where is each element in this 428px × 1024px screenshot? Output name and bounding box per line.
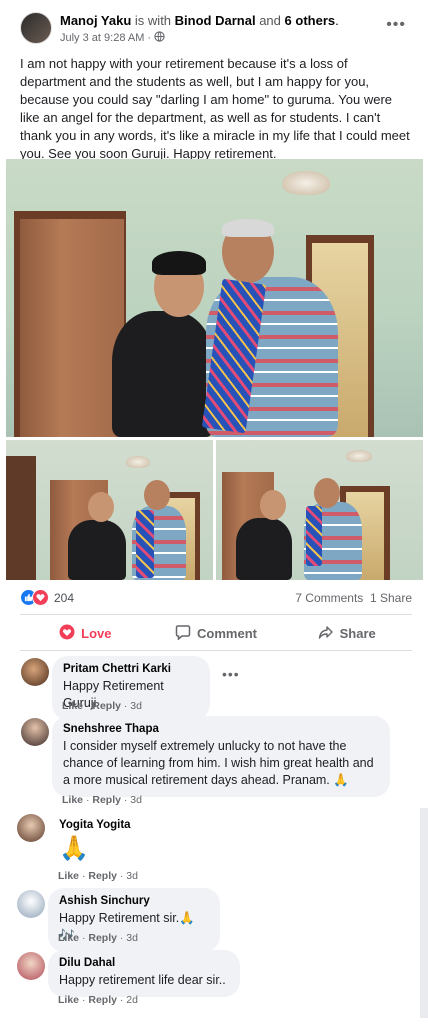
door-image	[20, 219, 124, 437]
tagged-person[interactable]: Binod Darnal	[175, 13, 256, 28]
comment-text: Happy retirement life dear sir..	[59, 973, 226, 987]
date-separator: ·	[147, 32, 152, 44]
commenter-name[interactable]: Ashish Sinchury	[59, 895, 209, 907]
comment-text: I consider myself extremely unlucky to n…	[63, 739, 374, 787]
meta-sep: ·	[123, 794, 128, 806]
comment-reply-link[interactable]: Reply	[92, 700, 121, 712]
author-line: Manoj Yaku is with Binod Darnal and 6 ot…	[60, 13, 339, 28]
reaction-count: 204	[54, 590, 75, 605]
comment-like-link[interactable]: Like	[58, 994, 79, 1006]
comment-time[interactable]: 3d	[126, 870, 138, 882]
love-button[interactable]: Love	[20, 617, 151, 649]
meta-sep: ·	[119, 994, 124, 1006]
divider-bottom	[20, 650, 412, 651]
share-button[interactable]: Share	[281, 617, 412, 649]
comment-meta: Like · Reply · 3d	[62, 700, 142, 712]
globe-icon	[154, 31, 165, 45]
meta-sep: ·	[119, 932, 124, 944]
commenter-avatar[interactable]	[17, 814, 45, 842]
commenter-avatar[interactable]	[21, 718, 49, 746]
comment-time[interactable]: 3d	[126, 932, 138, 944]
comment-more-icon[interactable]: •••	[222, 666, 240, 682]
commenter-avatar[interactable]	[21, 658, 49, 686]
divider-top	[20, 614, 412, 615]
meta-sep: ·	[123, 700, 128, 712]
post-date[interactable]: July 3 at 9:28 AM	[60, 32, 144, 44]
comment-like-link[interactable]: Like	[58, 932, 79, 944]
comment-reply-link[interactable]: Reply	[92, 794, 121, 806]
meta-sep: ·	[81, 932, 86, 944]
author-line-period: .	[335, 13, 339, 28]
heart-icon	[59, 624, 75, 643]
comment-meta: Like · Reply · 2d	[58, 994, 138, 1006]
commenter-avatar[interactable]	[17, 890, 45, 918]
comment-reply-link[interactable]: Reply	[88, 870, 117, 882]
comment-meta: Like · Reply · 3d	[58, 932, 138, 944]
meta-sep: ·	[119, 870, 124, 882]
commenter-name[interactable]: Dilu Dahal	[59, 957, 229, 969]
comments-count[interactable]: 7 Comments	[295, 591, 363, 605]
meta-sep: ·	[85, 700, 90, 712]
post-photo-main[interactable]	[6, 159, 423, 437]
comment-item: Pritam Chettri Karki Happy Retirement Gu…	[0, 656, 428, 720]
tagged-others[interactable]: 6 others	[285, 13, 336, 28]
comment-like-link[interactable]: Like	[58, 870, 79, 882]
comment-item: Yogita Yogita 🙏 Like · Reply · 3d	[0, 812, 428, 884]
scroll-edge	[420, 808, 428, 1018]
comment-meta: Like · Reply · 3d	[58, 870, 138, 882]
meta-sep: ·	[85, 794, 90, 806]
author-name[interactable]: Manoj Yaku	[60, 13, 131, 28]
post-header: Manoj Yaku is with Binod Darnal and 6 ot…	[0, 0, 428, 50]
post-actions: Love Comment Share	[20, 617, 412, 649]
commenter-name[interactable]: Yogita Yogita	[59, 819, 137, 831]
comment-bubble: Yogita Yogita 🙏	[48, 812, 148, 871]
more-dots-icon[interactable]: •••	[386, 16, 406, 34]
comment-reply-link[interactable]: Reply	[88, 932, 117, 944]
comment-time[interactable]: 3d	[130, 794, 142, 806]
comment-like-link[interactable]: Like	[62, 794, 83, 806]
commenter-name[interactable]: Pritam Chettri Karki	[63, 663, 199, 675]
love-reaction-icon	[32, 589, 49, 606]
meta-sep: ·	[81, 870, 86, 882]
comment-like-link[interactable]: Like	[62, 700, 83, 712]
comment-item: Dilu Dahal Happy retirement life dear si…	[0, 950, 428, 1010]
love-label: Love	[81, 625, 112, 641]
comment-button[interactable]: Comment	[151, 617, 282, 649]
comment-text: 🙏	[59, 835, 89, 862]
post-stats: 204 7 Comments 1 Share	[20, 588, 412, 608]
comment-bubble: Snehshree Thapa I consider myself extrem…	[52, 716, 390, 797]
post-photo-right[interactable]	[216, 440, 423, 580]
with-text: is with	[134, 13, 172, 28]
share-label: Share	[339, 625, 376, 641]
comment-time[interactable]: 2d	[126, 994, 138, 1006]
engagement-counts: 7 Comments 1 Share	[295, 591, 412, 605]
comment-bubble-icon	[175, 624, 191, 643]
post-body: I am not happy with your retirement beca…	[20, 56, 410, 161]
shares-count[interactable]: 1 Share	[370, 591, 412, 605]
reactions-summary[interactable]: 204	[20, 589, 74, 606]
comment-label: Comment	[197, 625, 257, 641]
comment-meta: Like · Reply · 3d	[62, 794, 142, 806]
post-meta: July 3 at 9:28 AM ·	[60, 31, 165, 45]
comment-item: Ashish Sinchury Happy Retirement sir.🙏🎶 …	[0, 888, 428, 952]
comment-item: Snehshree Thapa I consider myself extrem…	[0, 716, 428, 808]
author-avatar[interactable]	[20, 12, 52, 44]
commenter-avatar[interactable]	[17, 952, 45, 980]
share-arrow-icon	[318, 624, 334, 643]
person-left	[112, 311, 214, 437]
and-text: and	[259, 13, 281, 28]
commenter-name[interactable]: Snehshree Thapa	[63, 723, 379, 735]
comment-bubble: Dilu Dahal Happy retirement life dear si…	[48, 950, 240, 997]
comment-time[interactable]: 3d	[130, 700, 142, 712]
comment-reply-link[interactable]: Reply	[88, 994, 117, 1006]
meta-sep: ·	[81, 994, 86, 1006]
ceiling-lamp	[282, 171, 330, 195]
post-photo-left[interactable]	[6, 440, 213, 580]
